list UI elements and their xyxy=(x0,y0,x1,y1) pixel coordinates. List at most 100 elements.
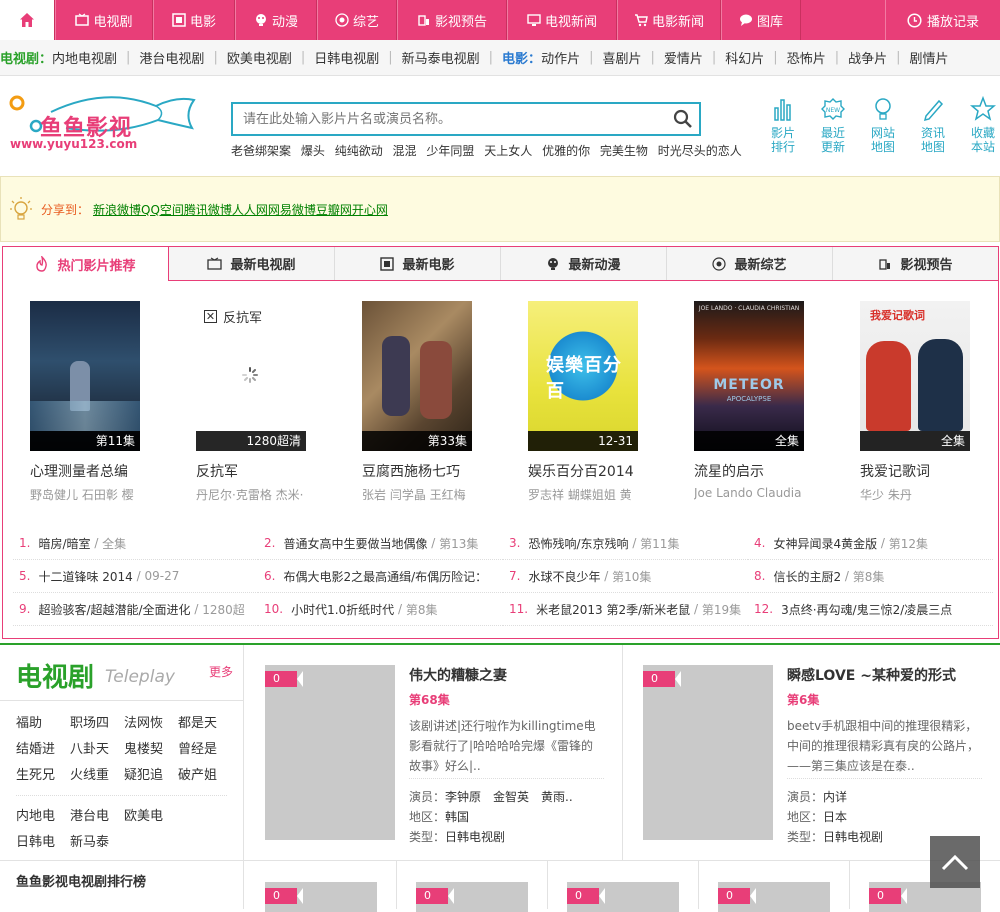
mini-poster[interactable]: 0 xyxy=(416,882,528,912)
back-to-top-button[interactable] xyxy=(930,836,980,888)
genre-link[interactable]: 火线重 xyxy=(70,763,124,789)
mini-poster[interactable]: 0 xyxy=(265,882,377,912)
subnav-film-link[interactable]: 喜剧片 xyxy=(602,48,641,67)
show-poster[interactable] xyxy=(643,665,773,840)
subnav-film-link[interactable]: 动作片 xyxy=(541,48,580,67)
hotword-link[interactable]: 优雅的你 xyxy=(542,144,590,158)
movie-poster[interactable]: 我爱记歌词 全集 xyxy=(860,301,970,451)
search-button[interactable] xyxy=(667,104,699,134)
nav-anime[interactable]: 动漫 xyxy=(235,0,317,40)
movie-title[interactable]: 我爱记歌词 xyxy=(860,461,1000,481)
tab-latest-film[interactable]: 最新电影 xyxy=(335,247,501,280)
site-logo[interactable]: 鱼鱼影视 www.yuyu123.com xyxy=(6,92,201,152)
genre-link[interactable]: 曾经是 xyxy=(178,737,232,763)
show-title[interactable]: 伟大的糟糠之妻 xyxy=(409,665,604,685)
nav-tv[interactable]: 电视剧 xyxy=(55,0,153,40)
rank-item[interactable]: 1. 暗房/暗室 / 全集 xyxy=(13,527,258,560)
subnav-tv-link[interactable]: 日韩电视剧 xyxy=(314,48,379,67)
tab-latest-variety[interactable]: 最新综艺 xyxy=(667,247,833,280)
rank-item[interactable]: 8. 信长的主厨2 / 第8集 xyxy=(748,560,993,593)
rank-item[interactable]: 12. 3点终·再勾魂/鬼三惊2/凌晨三点 xyxy=(748,593,993,626)
movie-card[interactable]: ✕ 反抗军 1280超清 反抗军 丹尼尔·克雷格 杰米· xyxy=(196,301,336,503)
subnav-tv-link[interactable]: 欧美电视剧 xyxy=(227,48,292,67)
quick-link-ranking[interactable]: 影片 排行 xyxy=(758,94,808,154)
movie-title[interactable]: 流星的启示 xyxy=(694,461,834,481)
show-title[interactable]: 瞬感LOVE ~某种爱的形式 xyxy=(787,665,982,685)
hotword-link[interactable]: 天上女人 xyxy=(484,144,532,158)
subnav-film-link[interactable]: 爱情片 xyxy=(664,48,703,67)
movie-title[interactable]: 娱乐百分百2014 xyxy=(528,461,668,481)
rank-item[interactable]: 9. 超验骇客/超越潜能/全面进化 / 1280超 xyxy=(13,593,258,626)
rank-item[interactable]: 6. 布偶大电影2之最高通缉/布偶历险记： xyxy=(258,560,503,593)
region-link[interactable]: 港台电 xyxy=(70,804,124,830)
share-links[interactable]: 新浪微博QQ空间腾讯微博人人网网易微博豆瓣网开心网 xyxy=(93,201,388,218)
region-link[interactable]: 欧美电 xyxy=(124,804,178,830)
genre-link[interactable]: 法网恢 xyxy=(124,711,178,737)
tab-trailer[interactable]: 影视预告 xyxy=(833,247,998,280)
movie-title[interactable]: 豆腐西施杨七巧 xyxy=(362,461,502,481)
hotword-link[interactable]: 混混 xyxy=(393,144,417,158)
nav-film[interactable]: 电影 xyxy=(153,0,235,40)
play-record-button[interactable]: 播放记录 xyxy=(885,0,1000,40)
subnav-film-link[interactable]: 战争片 xyxy=(848,48,887,67)
movie-poster[interactable]: ✕ 反抗军 1280超清 xyxy=(196,301,306,451)
genre-link[interactable]: 福助 xyxy=(16,711,70,737)
quick-link-news-map[interactable]: 资讯 地图 xyxy=(908,94,958,154)
tab-latest-tv[interactable]: 最新电视剧 xyxy=(169,247,335,280)
rank-item[interactable]: 10. 小时代1.0折纸时代 / 第8集 xyxy=(258,593,503,626)
movie-card[interactable]: 娱樂百分百 12-31 娱乐百分百2014 罗志祥 蝴蝶姐姐 黄 xyxy=(528,301,668,503)
quick-link-favorite[interactable]: 收藏 本站 xyxy=(958,94,1000,154)
home-button[interactable] xyxy=(0,0,55,40)
region-link[interactable]: 日韩电 xyxy=(16,830,70,856)
genre-link[interactable]: 职场四 xyxy=(70,711,124,737)
rank-item[interactable]: 11. 米老鼠2013 第2季/新米老鼠 / 第19集 xyxy=(503,593,748,626)
movie-poster[interactable]: 娱樂百分百 12-31 xyxy=(528,301,638,451)
mini-poster[interactable]: 0 xyxy=(567,882,679,912)
genre-link[interactable]: 都是天 xyxy=(178,711,232,737)
subnav-tv-link[interactable]: 新马泰电视剧 xyxy=(402,48,480,67)
nav-film-news[interactable]: 电影新闻 xyxy=(617,0,721,40)
movie-poster[interactable]: 第33集 xyxy=(362,301,472,451)
tab-hot[interactable]: 热门影片推荐 xyxy=(3,247,169,281)
movie-card[interactable]: 第33集 豆腐西施杨七巧 张岩 闫学晶 王红梅 xyxy=(362,301,502,503)
mini-poster[interactable]: 0 xyxy=(718,882,830,912)
nav-variety[interactable]: 综艺 xyxy=(317,0,397,40)
movie-title[interactable]: 反抗军 xyxy=(196,461,336,481)
hotword-link[interactable]: 爆头 xyxy=(301,144,325,158)
subnav-film-link[interactable]: 科幻片 xyxy=(725,48,764,67)
tv-show-card[interactable]: 0 瞬感LOVE ~某种爱的形式 第6集 beetv手机跟相中间的推理很精彩，中… xyxy=(643,665,993,845)
rank-item[interactable]: 2. 普通女高中生要做当地偶像 / 第13集 xyxy=(258,527,503,560)
hotword-link[interactable]: 完美生物 xyxy=(600,144,648,158)
rank-item[interactable]: 5. 十二道锋味 2014 / 09-27 xyxy=(13,560,258,593)
hotword-link[interactable]: 纯纯欲动 xyxy=(335,144,383,158)
movie-title[interactable]: 心理测量者总编 xyxy=(30,461,170,481)
quick-link-latest[interactable]: NEW 最近 更新 xyxy=(808,94,858,154)
movie-card[interactable]: 第11集 心理测量者总编 野岛健儿 石田彰 樱 xyxy=(30,301,170,503)
nav-gallery[interactable]: 图库 xyxy=(721,0,801,40)
genre-link[interactable]: 疑犯追 xyxy=(124,763,178,789)
genre-link[interactable]: 结婚进 xyxy=(16,737,70,763)
search-input[interactable] xyxy=(233,104,667,134)
nav-trailer[interactable]: 影视预告 xyxy=(397,0,507,40)
genre-link[interactable]: 破产姐 xyxy=(178,763,232,789)
nav-tv-news[interactable]: 电视新闻 xyxy=(507,0,617,40)
rank-item[interactable]: 3. 恐怖残响/东京残响 / 第11集 xyxy=(503,527,748,560)
movie-poster[interactable]: 第11集 xyxy=(30,301,140,451)
genre-link[interactable]: 鬼楼契 xyxy=(124,737,178,763)
tv-show-card[interactable]: 0 伟大的糟糠之妻 第68集 该剧讲述|还行啦作为killingtime电影看就… xyxy=(265,665,615,845)
genre-link[interactable]: 生死兄 xyxy=(16,763,70,789)
subnav-film-link[interactable]: 恐怖片 xyxy=(787,48,826,67)
quick-link-sitemap[interactable]: 网站 地图 xyxy=(858,94,908,154)
hotword-link[interactable]: 时光尽头的恋人 xyxy=(658,144,742,158)
subnav-tv-link[interactable]: 内地电视剧 xyxy=(52,48,117,67)
movie-poster[interactable]: JOE LANDO · CLAUDIA CHRISTIAN METEOR APO… xyxy=(694,301,804,451)
more-link[interactable]: 更多 xyxy=(209,663,233,680)
rank-item[interactable]: 4. 女神异闻录4黄金版 / 第12集 xyxy=(748,527,993,560)
subnav-tv-link[interactable]: 港台电视剧 xyxy=(139,48,204,67)
hotword-link[interactable]: 老爸绑架案 xyxy=(231,144,291,158)
region-link[interactable]: 内地电 xyxy=(16,804,70,830)
subnav-film-link[interactable]: 剧情片 xyxy=(910,48,949,67)
region-link[interactable]: 新马泰 xyxy=(70,830,124,856)
show-poster[interactable] xyxy=(265,665,395,840)
rank-item[interactable]: 7. 水球不良少年 / 第10集 xyxy=(503,560,748,593)
